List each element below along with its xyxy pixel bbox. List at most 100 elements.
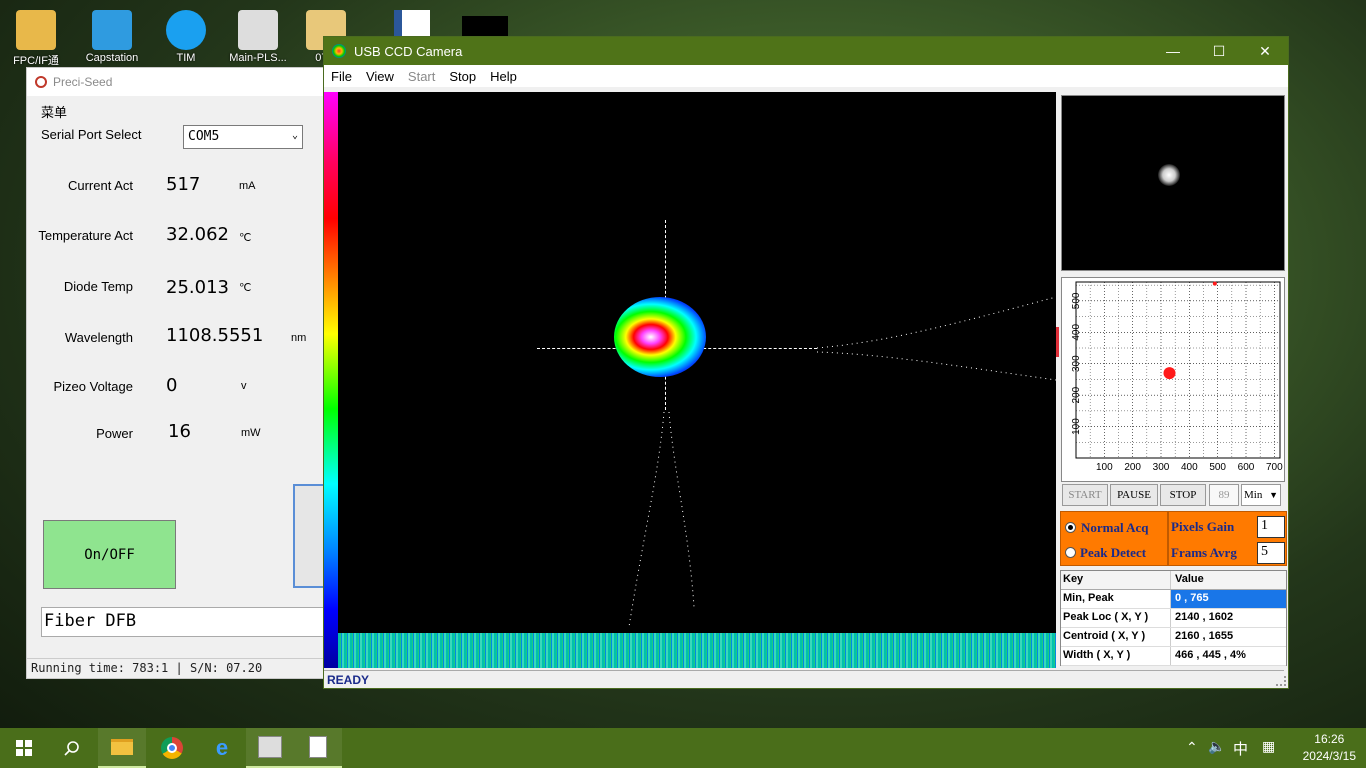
volume-icon[interactable]: 🔈: [1208, 738, 1225, 755]
wavelength-unit: nm: [291, 332, 307, 344]
fiber-type-field[interactable]: Fiber DFB: [41, 607, 325, 637]
app-icon: [92, 10, 132, 50]
temperature-act-value: 32.062: [166, 224, 229, 245]
pizeo-voltage-label: Pizeo Voltage: [53, 379, 133, 394]
desktop-icon-fpc[interactable]: FPC/IF通: [6, 10, 66, 68]
chrome-icon[interactable]: [148, 728, 196, 768]
camera-task-icon[interactable]: [294, 728, 342, 768]
peak-detect-radio[interactable]: [1065, 547, 1076, 558]
table-row[interactable]: Min, Peak 0 , 765: [1061, 590, 1286, 609]
y-tick-label: 300: [1071, 355, 1082, 372]
current-act-label: Current Act: [67, 178, 133, 193]
maximize-button[interactable]: ☐: [1196, 37, 1242, 65]
windows-start-icon[interactable]: [0, 728, 48, 768]
table-row[interactable]: Centroid ( X, Y ) 2160 , 1655: [1061, 628, 1286, 647]
table-row[interactable]: Width ( X, Y ) 466 , 445 , 4%: [1061, 647, 1286, 666]
close-button[interactable]: ✕: [1242, 37, 1288, 65]
row-value: 0 , 765: [1171, 590, 1286, 608]
gain-average-panel: Pixels Gain 1 Frams Avrg 5: [1168, 511, 1287, 566]
app-logo-icon: [35, 76, 47, 88]
temperature-act-unit: ℃: [239, 232, 252, 244]
x-tick-label: 200: [1124, 462, 1141, 473]
frams-avrg-label: Frams Avrg: [1171, 545, 1237, 560]
centroid-plot: 100 200 300 400 500 600 700 500 400 300 200 100: [1061, 277, 1285, 482]
frams-avrg-input[interactable]: 5: [1257, 542, 1285, 564]
row-key: Centroid ( X, Y ): [1061, 628, 1171, 646]
side-button[interactable]: [293, 484, 325, 588]
desktop-icon-label: FPC/IF通: [13, 55, 59, 67]
interval-input[interactable]: 89: [1209, 484, 1239, 506]
peak-marker: [1212, 281, 1217, 286]
menu-view[interactable]: View: [359, 69, 401, 84]
pause-button[interactable]: PAUSE: [1110, 484, 1158, 506]
edge-icon[interactable]: e: [198, 728, 246, 768]
centroid-marker: [1163, 367, 1176, 380]
header-key[interactable]: Key: [1061, 571, 1171, 589]
menu-start[interactable]: Start: [401, 69, 442, 84]
current-act-unit: mA: [239, 180, 256, 192]
ime-mode-icon[interactable]: ▦: [1262, 738, 1275, 755]
desktop-icon-label: Capstation: [85, 52, 139, 64]
table-row[interactable]: Peak Loc ( X, Y ) 2140 , 1602: [1061, 609, 1286, 628]
current-act-value: 517: [166, 174, 201, 195]
status-bar: Running time: 783:1 | S/N: 07.20: [27, 658, 323, 678]
x-tick-label: 500: [1209, 462, 1226, 473]
menu-stop[interactable]: Stop: [442, 69, 483, 84]
noise-band: [338, 633, 1056, 668]
pizeo-voltage-unit: v: [241, 380, 247, 392]
normal-acq-radio[interactable]: [1065, 522, 1076, 533]
menu-help[interactable]: Help: [483, 69, 524, 84]
power-unit: mW: [241, 427, 261, 439]
menu-bar: File View Start Stop Help: [324, 65, 1288, 87]
header-value[interactable]: Value: [1171, 571, 1286, 589]
camera-app-icon: [332, 44, 346, 58]
desktop-icon-tim[interactable]: TIM: [156, 10, 216, 64]
diode-temp-unit: ℃: [239, 282, 252, 294]
normal-acq-label: Normal Acq: [1081, 520, 1149, 535]
interval-unit-select[interactable]: Min ▼: [1241, 484, 1281, 506]
window-title: Preci-Seed: [53, 75, 113, 89]
file-explorer-icon[interactable]: [98, 728, 146, 768]
pixels-gain-input[interactable]: 1: [1257, 516, 1285, 538]
power-label: Power: [96, 426, 133, 441]
clock-date: 2024/3/15: [1302, 749, 1356, 763]
thumbnail-spot: [1158, 164, 1180, 186]
diode-temp-label: Diode Temp: [63, 279, 133, 294]
serial-port-select[interactable]: COM5 ⌄: [183, 125, 303, 149]
profile-trace: [628, 296, 1056, 628]
temperature-act-label: Temperature Act: [38, 228, 133, 243]
desktop-icon-label: TIM: [176, 52, 196, 64]
preci-seed-window: Preci-Seed 菜单 Serial Port Select COM5 ⌄ …: [26, 67, 325, 679]
stop-button[interactable]: STOP: [1160, 484, 1206, 506]
ime-indicator[interactable]: 中: [1233, 738, 1248, 759]
clock[interactable]: 16:26 2024/3/15: [1303, 731, 1356, 765]
camera-titlebar[interactable]: USB CCD Camera — ☐ ✕: [324, 37, 1288, 65]
chevron-up-icon[interactable]: ⌃: [1186, 739, 1198, 756]
beam-image-view[interactable]: [324, 92, 1056, 668]
on-off-button[interactable]: On/OFF: [43, 520, 176, 589]
desktop-icon-capstation[interactable]: Capstation: [82, 10, 142, 64]
row-key: Min, Peak: [1061, 590, 1171, 608]
taskbar: e ⌃ 🔈 中 ▦ 16:26 2024/3/15: [0, 728, 1366, 768]
menu-file[interactable]: File: [324, 69, 359, 84]
window-title: USB CCD Camera: [354, 43, 463, 59]
x-tick-label: 300: [1153, 462, 1170, 473]
resize-grip-icon[interactable]: [1276, 676, 1286, 686]
y-tick-label: 400: [1071, 324, 1082, 341]
preci-seed-titlebar[interactable]: Preci-Seed: [27, 68, 323, 96]
pizeo-voltage-value: 0: [166, 375, 178, 396]
row-key: Peak Loc ( X, Y ): [1061, 609, 1171, 627]
serial-port-label: Serial Port Select: [41, 127, 142, 142]
minimize-button[interactable]: —: [1150, 37, 1196, 65]
usb-ccd-camera-window: USB CCD Camera — ☐ ✕ File View Start Sto…: [323, 36, 1289, 689]
desktop-icon-main-pls[interactable]: Main-PLS...: [228, 10, 288, 64]
wavelength-value: 1108.5551: [166, 325, 264, 346]
black-thumbnail[interactable]: [462, 16, 508, 38]
x-tick-label: 100: [1096, 462, 1113, 473]
preci-seed-task-icon[interactable]: [246, 728, 294, 768]
start-button[interactable]: START: [1062, 484, 1108, 506]
search-icon[interactable]: [48, 728, 96, 768]
plot-frame: [1075, 281, 1281, 459]
menu-label[interactable]: 菜单: [41, 102, 67, 121]
status-bar: READY: [324, 670, 1284, 688]
